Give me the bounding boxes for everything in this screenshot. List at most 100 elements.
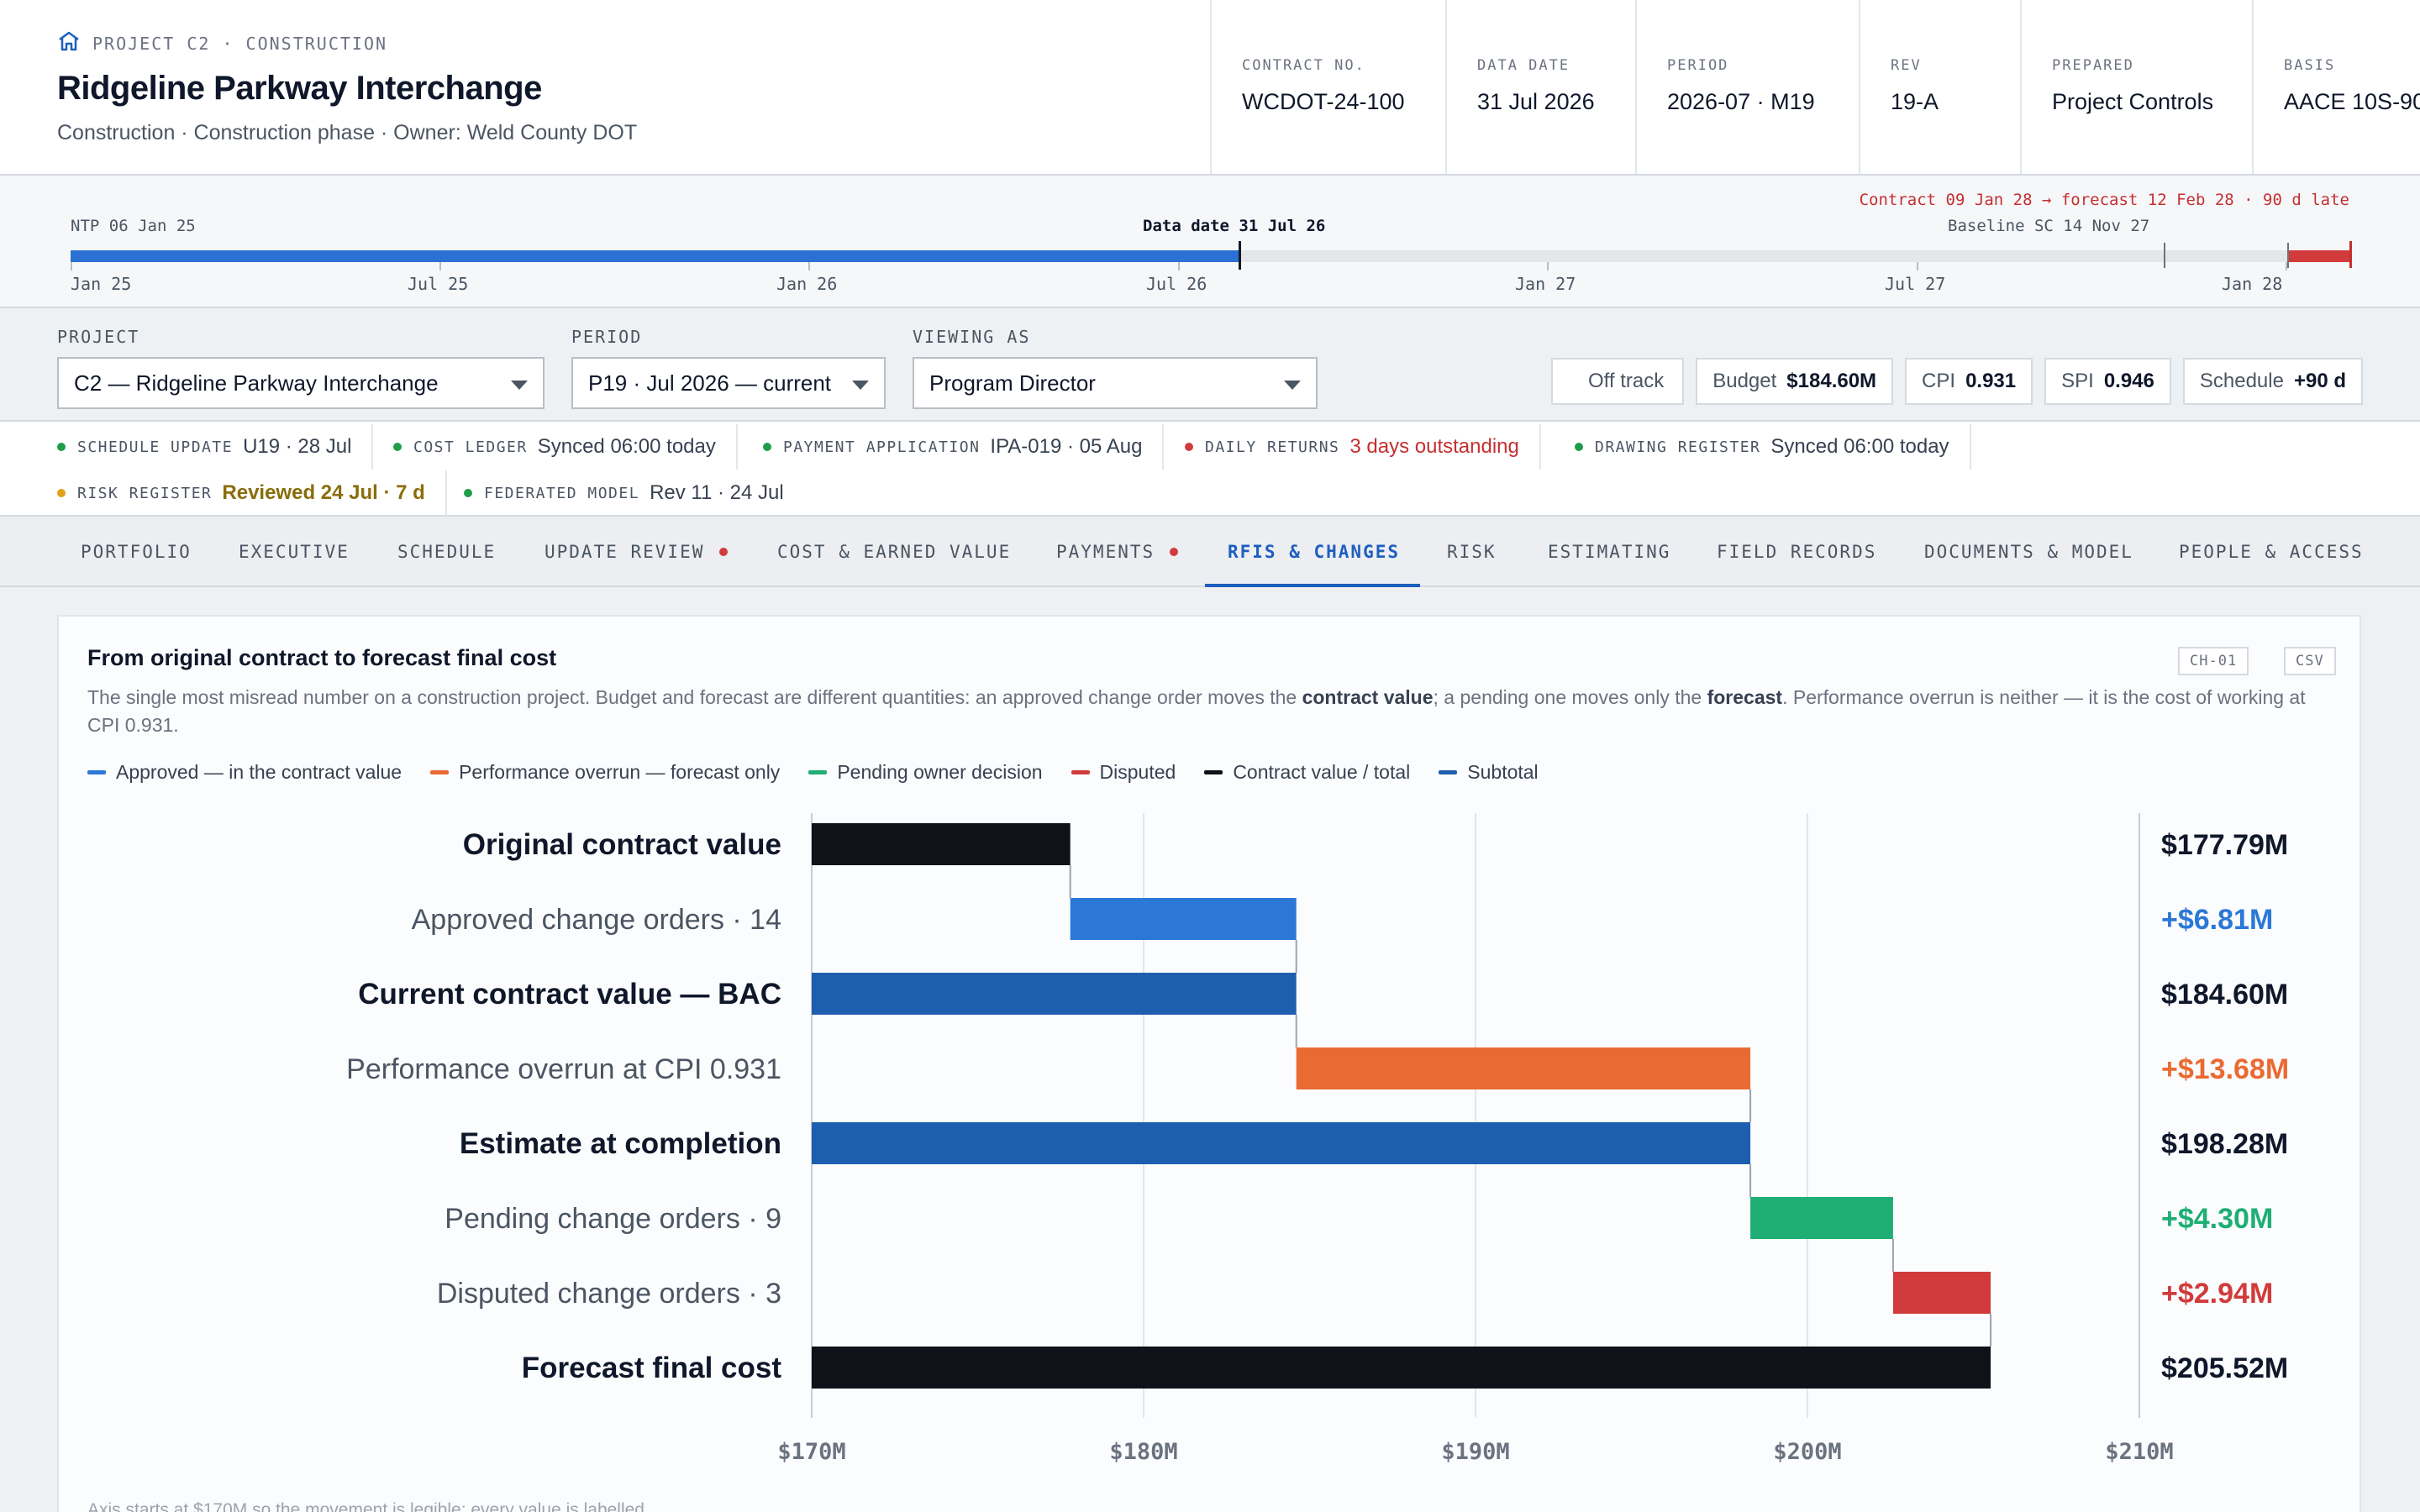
feed-value: Synced 06:00 today	[1770, 435, 1949, 458]
value-label: +$2.94M	[2161, 1278, 2273, 1310]
status-badge-label: Off track	[1587, 370, 1665, 392]
feed-risk-register[interactable]: RISK REGISTER Reviewed 24 Jul · 7 d	[57, 470, 447, 516]
feed-label: COST LEDGER	[413, 438, 528, 456]
bar-approved	[1070, 898, 1297, 940]
tab-label: PORTFOLIO	[81, 542, 192, 562]
schedule-timeline: Contract 09 Jan 28 → forecast 12 Feb 28 …	[0, 176, 2420, 308]
kpi-value: 0.931	[1965, 370, 2017, 392]
tab-portfolio[interactable]: PORTFOLIO	[81, 517, 192, 587]
feed-daily-returns[interactable]: DAILY RETURNS 3 days outstanding	[1185, 424, 1541, 470]
tab-update-review[interactable]: UPDATE REVIEW	[544, 517, 729, 587]
x-tick-label: $200M	[1773, 1439, 1841, 1465]
alert-dot	[1170, 548, 1179, 556]
tab-label: COST & EARNED VALUE	[777, 542, 1012, 562]
budget-chip: Budget $184.60M	[1696, 358, 1894, 405]
schedule-chip: Schedule +90 d	[2182, 358, 2363, 405]
meta-value: 19-A	[1891, 89, 1939, 114]
period-select[interactable]: P19 · Jul 2026 — current	[571, 357, 886, 409]
tab-label: SCHEDULE	[397, 542, 497, 562]
meta-period: PERIOD 2026-07 · M19	[1635, 0, 1859, 174]
value-label: +$13.68M	[2161, 1053, 2289, 1085]
row-label: Pending change orders · 9	[445, 1203, 781, 1235]
bar-disputed	[1892, 1272, 1991, 1314]
feed-payment-application[interactable]: PAYMENT APPLICATION IPA-019 · 05 Aug	[763, 424, 1165, 470]
feed-label: PAYMENT APPLICATION	[783, 438, 981, 456]
tab-label: EXECUTIVE	[239, 542, 350, 562]
tab-schedule[interactable]: SCHEDULE	[397, 517, 496, 587]
kpi-value: 0.946	[2103, 370, 2154, 392]
period-select-label: PERIOD	[571, 327, 643, 347]
tab-label: ESTIMATING	[1548, 542, 1671, 562]
change-waterfall-card: From original contract to forecast final…	[57, 615, 2361, 1512]
spi-chip: SPI 0.946	[2044, 358, 2171, 405]
month-tick	[1547, 262, 1549, 270]
value-label: +$6.81M	[2161, 904, 2273, 936]
filter-bar: PROJECT C2 — Ridgeline Parkway Interchan…	[0, 308, 2420, 422]
month-tick	[1917, 262, 1918, 270]
tab-cost-earned-value[interactable]: COST & EARNED VALUE	[777, 517, 1011, 587]
value-label: $198.28M	[2161, 1128, 2288, 1160]
x-tick-label: $190M	[1441, 1439, 1509, 1465]
tab-label: FIELD RECORDS	[1717, 542, 1877, 562]
bar-overrun	[1296, 1047, 1751, 1089]
month-label: Jan 27	[1515, 274, 1576, 294]
tab-label: PEOPLE & ACCESS	[2179, 542, 2364, 562]
feed-drawing-register[interactable]: DRAWING REGISTER Synced 06:00 today	[1575, 424, 1971, 470]
active-tab-underline	[1205, 584, 1420, 587]
chevron-down-icon	[511, 381, 528, 390]
value-label: $184.60M	[2161, 979, 2288, 1011]
status-dot	[57, 489, 66, 497]
tab-executive[interactable]: EXECUTIVE	[239, 517, 350, 587]
tab-field-records[interactable]: FIELD RECORDS	[1717, 517, 1876, 587]
month-tick	[439, 262, 441, 270]
home-icon[interactable]	[57, 30, 92, 56]
tab-label: UPDATE REVIEW	[544, 542, 705, 562]
meta-label: PREPARED	[2052, 57, 2134, 74]
x-tick-label: $210M	[2105, 1439, 2173, 1465]
page-header: PROJECT C2 · CONSTRUCTION Ridgeline Park…	[0, 0, 2420, 176]
month-label: Jan 26	[776, 274, 838, 294]
feed-schedule-update[interactable]: SCHEDULE UPDATE U19 · 28 Jul	[57, 424, 374, 470]
tab-people-access[interactable]: PEOPLE & ACCESS	[2179, 517, 2364, 587]
tab-documents-model[interactable]: DOCUMENTS & MODEL	[1924, 517, 2133, 587]
meta-value: AACE 10S-90	[2284, 89, 2420, 114]
bar-subtotal	[812, 973, 1297, 1015]
meta-label: PERIOD	[1667, 57, 1729, 74]
status-dot	[1185, 443, 1193, 451]
chevron-down-icon	[852, 381, 869, 390]
baseline-marker	[2164, 243, 2165, 268]
kpi-value: +90 d	[2293, 370, 2346, 392]
project-select-label: PROJECT	[57, 327, 140, 347]
contract-marker	[2287, 243, 2289, 268]
feed-cost-ledger[interactable]: COST LEDGER Synced 06:00 today	[393, 424, 738, 470]
month-label: Jul 27	[1885, 274, 1946, 294]
x-tick-label: $180M	[1109, 1439, 1177, 1465]
month-tick	[2286, 262, 2287, 270]
tab-rfis-changes[interactable]: RFIS & CHANGES	[1228, 517, 1400, 587]
viewing-as-select[interactable]: Program Director	[913, 357, 1318, 409]
data-date-label: Data date 31 Jul 26	[1143, 217, 1326, 235]
period-select-value: P19 · Jul 2026 — current	[588, 370, 832, 396]
tab-estimating[interactable]: ESTIMATING	[1548, 517, 1670, 587]
row-label: Disputed change orders · 3	[437, 1278, 781, 1310]
kpi-label: Budget	[1712, 370, 1777, 392]
tab-label: RFIS & CHANGES	[1228, 542, 1401, 562]
bar-total	[812, 1347, 1991, 1389]
timeline-progress	[71, 250, 1240, 262]
forecast-late-note: Contract 09 Jan 28 → forecast 12 Feb 28 …	[1859, 191, 2349, 209]
kpi-label: Schedule	[2199, 370, 2284, 392]
value-label: $205.52M	[2161, 1352, 2288, 1384]
feed-label: DAILY RETURNS	[1205, 438, 1340, 456]
project-heading: PROJECT C2 · CONSTRUCTION Ridgeline Park…	[57, 30, 637, 145]
feed-value: IPA-019 · 05 Aug	[990, 435, 1143, 458]
project-eyebrow: PROJECT C2 · CONSTRUCTION	[57, 30, 637, 56]
feed-federated-model[interactable]: FEDERATED MODEL Rev 11 · 24 Jul	[464, 470, 804, 516]
kpi-label: CPI	[1922, 370, 1956, 392]
feed-label: SCHEDULE UPDATE	[77, 438, 234, 456]
row-label: Estimate at completion	[460, 1127, 781, 1160]
tab-risk[interactable]: RISK	[1447, 517, 1497, 587]
baseline-label: Baseline SC 14 Nov 27	[1948, 217, 2150, 235]
meta-data-date: DATA DATE 31 Jul 2026	[1445, 0, 1635, 174]
project-select[interactable]: C2 — Ridgeline Parkway Interchange	[57, 357, 544, 409]
tab-payments[interactable]: PAYMENTS	[1056, 517, 1179, 587]
